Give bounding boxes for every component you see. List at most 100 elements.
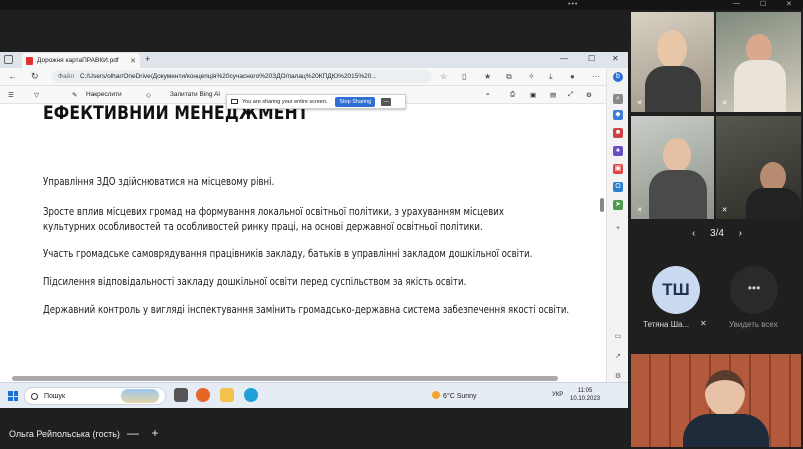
see-all-link[interactable]: Увидеть всех bbox=[729, 320, 778, 329]
screen-share-banner: You are sharing your entire screen. Stop… bbox=[226, 94, 406, 109]
search-sidebar-icon[interactable]: ⌕ bbox=[613, 94, 623, 104]
more-participants-icon[interactable]: ••• bbox=[730, 266, 778, 314]
participant-body bbox=[746, 188, 801, 219]
participant-video-tile[interactable]: ✕ bbox=[631, 116, 714, 219]
search-icon[interactable]: ⌕ bbox=[486, 91, 490, 99]
taskbar-clock[interactable]: 11:05 10.10.2023 bbox=[570, 387, 600, 403]
meeting-top-bar: ••• — ☐ ✕ bbox=[0, 0, 803, 10]
favorites-icon[interactable]: ★ bbox=[484, 72, 491, 81]
draw-icon[interactable]: ✎ bbox=[72, 91, 77, 99]
language-indicator[interactable]: УКР bbox=[552, 392, 563, 398]
self-video-tile[interactable] bbox=[631, 354, 801, 447]
taskbar-search[interactable]: Пошук bbox=[24, 387, 166, 405]
meeting-bottom-bar: Ольга Рейпольська (гость) — + bbox=[0, 420, 630, 449]
tools-icon[interactable]: ■ bbox=[613, 128, 623, 138]
split-screen-icon[interactable]: ▯ bbox=[462, 72, 466, 81]
new-tab-icon[interactable]: + bbox=[145, 54, 150, 64]
weather-text: 6°C Sunny bbox=[443, 393, 477, 400]
mic-off-icon: ✕ bbox=[636, 207, 643, 214]
next-page-icon[interactable]: › bbox=[739, 228, 742, 239]
favorite-icon[interactable]: ☆ bbox=[440, 72, 447, 81]
participant-avatar[interactable]: ТШ bbox=[652, 266, 700, 314]
stop-sharing-button[interactable]: Stop Sharing bbox=[335, 96, 376, 107]
external-link-icon[interactable]: ↗ bbox=[613, 352, 623, 362]
paragraph: Зросте вплив місцевих громад на формуван… bbox=[43, 205, 504, 233]
profile-icon[interactable]: ● bbox=[570, 72, 575, 81]
browser-tab[interactable]: Дорожня картаПРАВКИ.pdf ✕ bbox=[22, 53, 140, 68]
settings-gear-icon[interactable]: ⚙ bbox=[586, 91, 592, 99]
participant-body bbox=[649, 170, 707, 219]
sidebar-toggle-icon[interactable]: ▭ bbox=[613, 332, 623, 342]
highlight-icon[interactable]: ▽ bbox=[34, 91, 39, 99]
participant-face bbox=[657, 30, 687, 68]
office-icon[interactable]: ▣ bbox=[613, 164, 623, 174]
drop-icon[interactable]: ➤ bbox=[613, 200, 623, 210]
firefox-icon[interactable] bbox=[196, 388, 210, 402]
close-icon[interactable]: ✕ bbox=[786, 0, 792, 8]
paragraph: Підсилення відповідальності закладу дошк… bbox=[43, 275, 467, 288]
print-icon[interactable]: ⎙ bbox=[510, 91, 515, 99]
participant-pager: ‹ 3/4 › bbox=[692, 228, 742, 239]
start-windows-icon[interactable] bbox=[8, 391, 18, 401]
edge-sidebar: b ⌕ ◆ ■ ♠ ▣ O ➤ + ▭ ↗ ⚙ bbox=[606, 68, 628, 386]
save-as-icon[interactable]: ▤ bbox=[550, 91, 556, 99]
participant-video-tile[interactable]: ✕ bbox=[716, 116, 801, 219]
zoom-in-icon[interactable]: + bbox=[146, 425, 164, 441]
add-icon[interactable]: + bbox=[613, 224, 623, 234]
ask-bing-button[interactable]: Запитати Bing AI bbox=[170, 91, 220, 98]
page-indicator: 3/4 bbox=[710, 228, 724, 239]
workspaces-icon[interactable] bbox=[4, 55, 13, 64]
participant-face bbox=[663, 138, 691, 172]
vertical-scrollbar[interactable] bbox=[600, 198, 604, 212]
participant-body bbox=[734, 60, 786, 112]
draw-button[interactable]: Накреслити bbox=[86, 91, 122, 98]
browser-tab-strip: Дорожня картаПРАВКИ.pdf ✕ + — ☐ ✕ bbox=[0, 52, 628, 68]
more-options-icon[interactable]: ••• bbox=[568, 1, 578, 8]
minimize-icon[interactable]: — bbox=[733, 0, 740, 7]
extensions-icon[interactable]: ✧ bbox=[528, 72, 535, 81]
menu-icon[interactable]: ⋯ bbox=[592, 72, 600, 81]
clock-date: 10.10.2023 bbox=[570, 396, 601, 402]
windows-taskbar: Пошук 6°C Sunny УКР 11:05 10.10.2023 bbox=[0, 382, 628, 408]
maximize-icon[interactable]: ☐ bbox=[760, 0, 766, 8]
edge-icon[interactable] bbox=[244, 388, 258, 402]
taskbar-search-label: Пошук bbox=[44, 392, 66, 400]
fullscreen-icon[interactable]: ⤢ bbox=[568, 91, 573, 99]
shared-screen: Дорожня картаПРАВКИ.pdf ✕ + — ☐ ✕ ← ↻ Фа… bbox=[0, 52, 628, 408]
bing-icon[interactable]: b bbox=[613, 72, 623, 82]
download-icon[interactable]: ⤓ bbox=[549, 72, 553, 82]
erase-icon[interactable]: ◇ bbox=[146, 91, 151, 99]
sidebar-settings-icon[interactable]: ⚙ bbox=[613, 372, 623, 382]
collections-icon[interactable]: ⧉ bbox=[506, 72, 512, 82]
self-name: Ольга Рейпольська (гость) bbox=[9, 429, 120, 439]
outlook-icon[interactable]: O bbox=[613, 182, 623, 192]
contents-icon[interactable]: ☰ bbox=[8, 91, 14, 99]
games-icon[interactable]: ♠ bbox=[613, 146, 623, 156]
mic-off-icon: ✕ bbox=[700, 319, 707, 328]
weather-widget[interactable]: 6°C Sunny bbox=[432, 391, 477, 400]
save-icon[interactable]: ▣ bbox=[530, 91, 536, 99]
participant-name: Тетяна Ша... bbox=[643, 320, 690, 329]
task-view-icon[interactable] bbox=[174, 388, 188, 402]
search-icon bbox=[31, 392, 38, 400]
sun-icon bbox=[432, 391, 440, 399]
horizontal-scrollbar[interactable] bbox=[12, 376, 558, 381]
refresh-icon[interactable]: ↻ bbox=[31, 71, 39, 82]
previous-page-icon[interactable]: ‹ bbox=[692, 228, 695, 239]
shopping-icon[interactable]: ◆ bbox=[613, 110, 623, 120]
window-minimize-icon[interactable]: — bbox=[560, 54, 568, 63]
pdf-page: ЕФЕКТИВНИЙ МЕНЕДЖМЕНТ Управління ЗДО зді… bbox=[0, 104, 603, 382]
back-icon[interactable]: ← bbox=[8, 71, 17, 81]
tab-close-icon[interactable]: ✕ bbox=[130, 57, 136, 65]
window-restore-icon[interactable]: ☐ bbox=[588, 54, 595, 63]
participant-video-tile[interactable]: ✕ bbox=[716, 12, 801, 112]
window-close-icon[interactable]: ✕ bbox=[612, 54, 619, 63]
file-explorer-icon[interactable] bbox=[220, 388, 234, 402]
mic-off-icon: ✕ bbox=[721, 207, 728, 214]
participant-video-tile[interactable]: ✕ bbox=[631, 12, 714, 112]
paragraph: Участь громадське самоврядування працівн… bbox=[43, 247, 533, 260]
minimize-banner-icon[interactable]: — bbox=[381, 97, 392, 106]
address-bar[interactable]: Файл C:/Users/olhar/OneDrive/Документи/к… bbox=[52, 70, 432, 83]
address-url: C:/Users/olhar/OneDrive/Документи/концеп… bbox=[79, 73, 377, 80]
zoom-out-icon[interactable]: — bbox=[124, 425, 142, 441]
